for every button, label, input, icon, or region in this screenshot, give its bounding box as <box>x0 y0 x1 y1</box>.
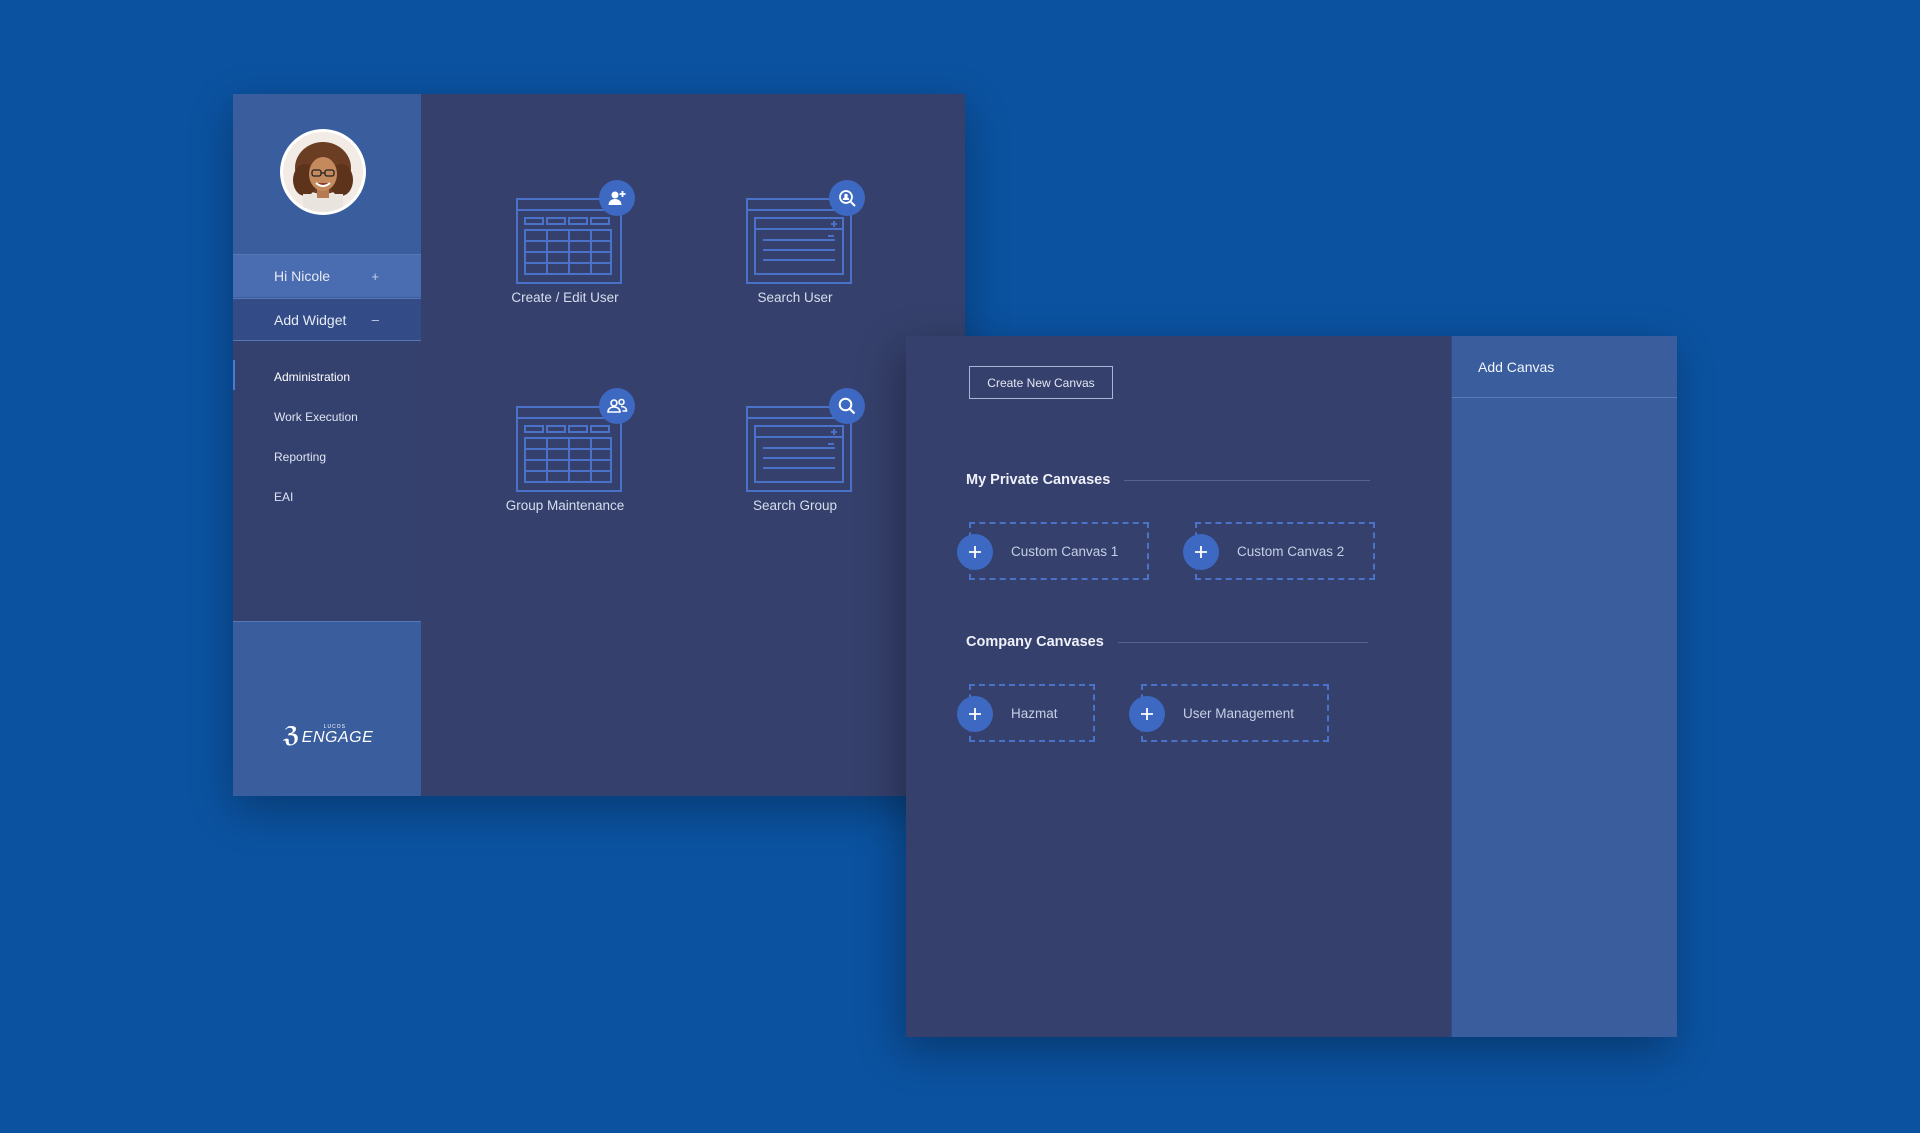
logo-word: ENGAGE <box>301 728 374 746</box>
canvas-list-panel: Create New Canvas My Private Canvases Cu… <box>906 336 1451 1037</box>
canvas-window: Create New Canvas My Private Canvases Cu… <box>906 336 1677 1037</box>
minus-icon[interactable]: – <box>372 312 379 327</box>
add-icon[interactable] <box>957 696 993 732</box>
canvas-label: User Management <box>1183 705 1295 721</box>
section-title: Company Canvases <box>966 634 1104 650</box>
avatar-image <box>283 132 363 212</box>
canvas-label: Custom Canvas 1 <box>1011 543 1119 559</box>
canvas-card-custom-canvas-2[interactable]: Custom Canvas 2 <box>1183 522 1375 580</box>
widget-label: Create / Edit User <box>511 290 619 305</box>
nav-item-work-execution[interactable]: Work Execution <box>274 410 358 424</box>
engage-logo: ℨ LUCOS ENGAGE <box>283 724 373 746</box>
plus-icon[interactable]: + <box>371 269 379 284</box>
active-nav-indicator <box>233 360 235 390</box>
widget-search-user[interactable]: Search User <box>715 180 875 305</box>
widget-create-edit-user[interactable]: Create / Edit User <box>485 180 645 305</box>
widget-group-maintenance[interactable]: Group Maintenance <box>485 388 645 513</box>
dashboard-window: Hi Nicole + Add Widget – Administration … <box>233 94 965 796</box>
search-user-icon <box>829 180 865 216</box>
add-user-icon <box>599 180 635 216</box>
add-icon[interactable] <box>1183 534 1219 570</box>
canvas-card-hazmat[interactable]: Hazmat <box>957 684 1095 742</box>
user-sidebar: Hi Nicole + Add Widget – Administration … <box>233 94 421 796</box>
private-canvases-heading: My Private Canvases <box>966 472 1371 488</box>
divider <box>1117 641 1368 643</box>
add-widget-label: Add Widget <box>274 311 347 328</box>
add-icon[interactable] <box>957 534 993 570</box>
logo-mark-icon: ℨ <box>283 722 300 747</box>
group-icon <box>599 388 635 424</box>
add-canvas-heading[interactable]: Add Canvas <box>1452 336 1677 398</box>
widget-search-group[interactable]: Search Group <box>715 388 875 513</box>
add-widget-row[interactable]: Add Widget – <box>233 298 421 341</box>
widget-grid: Create / Edit User Search User Group Mai… <box>421 94 965 796</box>
canvas-label: Hazmat <box>1011 705 1058 721</box>
widget-label: Group Maintenance <box>505 498 625 513</box>
canvas-label: Custom Canvas 2 <box>1237 543 1345 559</box>
add-icon[interactable] <box>1129 696 1165 732</box>
widget-label: Search Group <box>752 498 838 513</box>
search-icon <box>829 388 865 424</box>
canvas-card-custom-canvas-1[interactable]: Custom Canvas 1 <box>957 522 1149 580</box>
company-canvases-heading: Company Canvases <box>966 634 1368 650</box>
greeting-row[interactable]: Hi Nicole + <box>233 254 421 297</box>
widget-label: Search User <box>757 290 833 305</box>
greeting-label: Hi Nicole <box>274 268 331 284</box>
nav-item-eai[interactable]: EAI <box>274 490 293 504</box>
avatar[interactable] <box>280 129 366 215</box>
create-new-canvas-button[interactable]: Create New Canvas <box>969 366 1113 399</box>
nav-item-reporting[interactable]: Reporting <box>274 450 326 464</box>
section-title: My Private Canvases <box>966 472 1111 488</box>
divider <box>1124 479 1371 481</box>
nav-item-administration[interactable]: Administration <box>274 370 350 384</box>
canvas-card-user-management[interactable]: User Management <box>1129 684 1329 742</box>
add-canvas-panel: Add Canvas <box>1451 336 1677 1037</box>
